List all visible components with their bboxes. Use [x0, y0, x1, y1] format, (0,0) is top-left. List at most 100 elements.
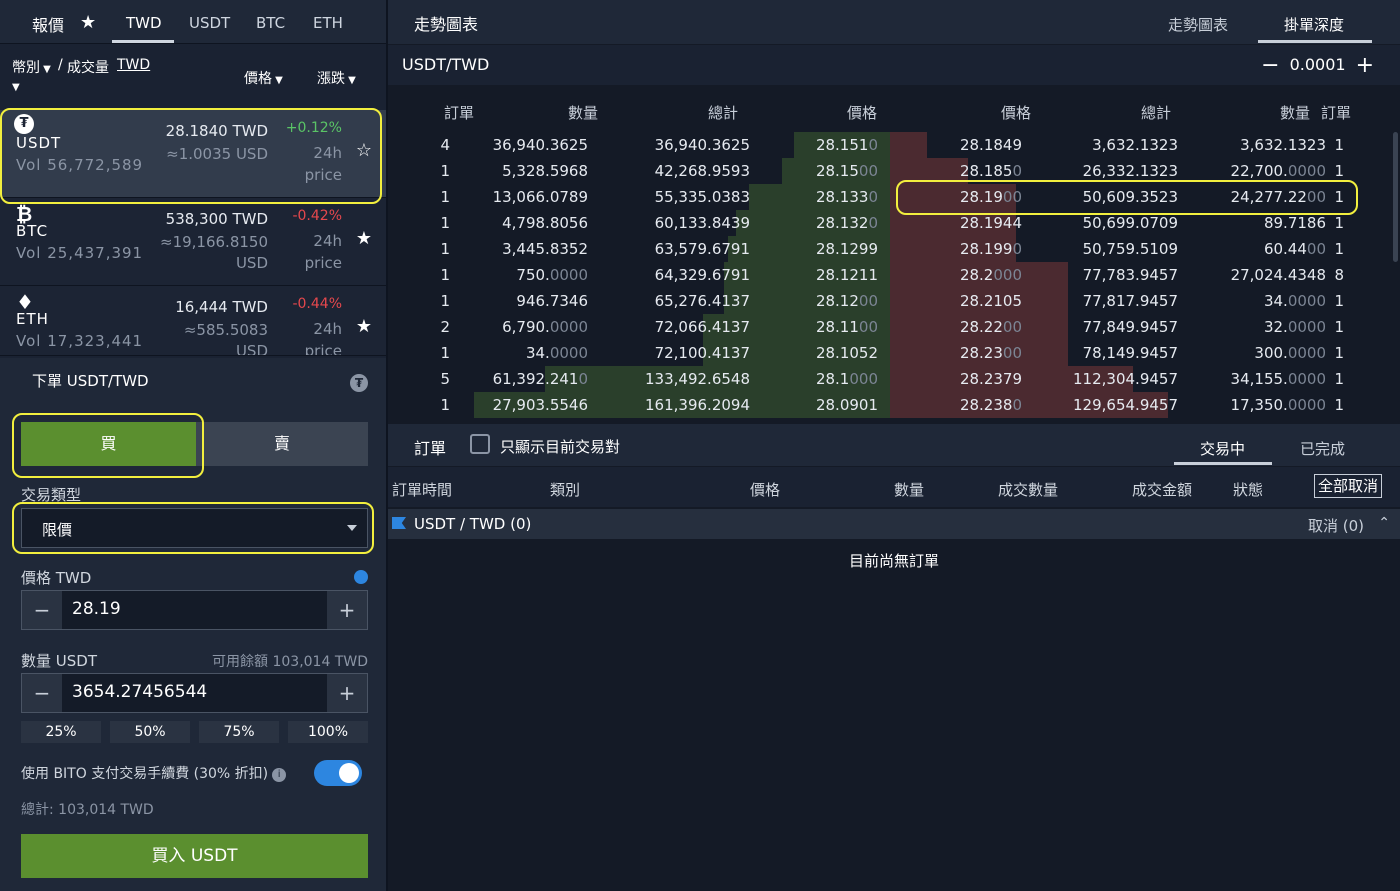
favorite-star-icon[interactable]: ★ — [80, 12, 96, 33]
sort-bar: 幣別 ▼ / 成交量 TWD ▼ 價格 ▼ 漲跌 ▼ — [0, 44, 386, 106]
coin-price-label: price — [304, 254, 342, 272]
ask-orders: 1 — [1334, 162, 1344, 180]
buy-tab-button[interactable]: 買 — [21, 422, 196, 466]
ask-price: 28.1990 — [959, 240, 1022, 258]
tab-eth[interactable]: ETH — [313, 14, 343, 32]
coin-symbol: ETH — [16, 310, 49, 328]
bid-total: 72,066.4137 — [654, 318, 750, 336]
tab-btc[interactable]: BTC — [256, 14, 285, 32]
bid-total: 65,276.4137 — [654, 292, 750, 310]
scrollbar[interactable] — [1393, 132, 1398, 262]
sort-price[interactable]: 價格 ▼ — [244, 68, 283, 88]
bid-qty: 36,940.3625 — [492, 136, 588, 154]
price-decrement-button[interactable]: − — [22, 591, 62, 629]
ask-qty: 24,277.2200 — [1230, 188, 1326, 206]
tab-usdt[interactable]: USDT — [189, 14, 230, 32]
available-balance: 可用餘額 103,014 TWD — [212, 654, 368, 670]
book-row[interactable]: 1 4,798.8056 60,133.8439 28.1320 28.1944 50,6… — [388, 210, 1400, 236]
star-filled-icon[interactable]: ★ — [356, 228, 372, 249]
ask-depth-bar — [890, 158, 968, 184]
coin-change: -0.42% — [292, 208, 342, 224]
sort-volume[interactable]: 成交量 — [67, 57, 109, 77]
ask-total: 77,817.9457 — [1082, 292, 1178, 310]
quantity-increment-button[interactable]: + — [327, 674, 367, 712]
plus-icon[interactable]: + — [1356, 53, 1374, 78]
caret-down-icon[interactable]: ▼ — [12, 82, 20, 93]
active-tab-underline — [1258, 40, 1372, 43]
coin-row-btc[interactable]: ₿ BTC Vol 25,437,391 538,300 TWD ≈19,166… — [0, 198, 386, 286]
book-row[interactable]: 5 61,392.2410 133,492.6548 28.1000 28.2379 11… — [388, 366, 1400, 392]
col-order-time: 訂單時間 — [392, 481, 453, 499]
ask-total-header: 總計 — [1141, 104, 1172, 122]
ask-price: 28.1944 — [959, 214, 1022, 232]
chevron-up-icon[interactable]: ⌃ — [1378, 515, 1390, 531]
bid-orders: 1 — [440, 214, 450, 232]
star-outline-icon[interactable]: ☆ — [356, 140, 372, 161]
ask-orders: 1 — [1334, 240, 1344, 258]
pct-50-button[interactable]: 50% — [110, 721, 190, 743]
ask-orders: 1 — [1334, 188, 1344, 206]
ask-depth-bar — [890, 132, 927, 158]
pct-75-button[interactable]: 75% — [199, 721, 279, 743]
filter-checkbox[interactable] — [470, 434, 490, 454]
book-row[interactable]: 1 750.0000 64,329.6791 28.1211 28.2000 77,783… — [388, 262, 1400, 288]
star-filled-icon[interactable]: ★ — [356, 316, 372, 337]
ask-price-header: 價格 — [1001, 104, 1032, 122]
bid-total: 133,492.6548 — [645, 370, 750, 388]
book-row[interactable]: 1 34.0000 72,100.4137 28.1052 28.2300 78,149.… — [388, 340, 1400, 366]
fee-toggle[interactable] — [314, 760, 362, 786]
tab-twd[interactable]: TWD — [126, 14, 162, 32]
coin-row-usdt[interactable]: ₮ USDT Vol 56,772,589 28.1840 TWD ≈1.003… — [0, 110, 386, 198]
ask-orders-header: 訂單 — [1321, 104, 1352, 122]
col-status: 狀態 — [1233, 481, 1264, 499]
bid-qty: 3,445.8352 — [502, 240, 588, 258]
trade-type-select[interactable]: 限價 — [21, 508, 368, 548]
quantity-decrement-button[interactable]: − — [22, 674, 62, 712]
bid-orders: 1 — [440, 188, 450, 206]
price-input[interactable]: 28.19 — [72, 599, 121, 619]
order-book: 訂單 數量 總計 價格 價格 總計 數量 訂單 4 36,940.3625 36,9… — [388, 86, 1400, 420]
price-increment-button[interactable]: + — [327, 591, 367, 629]
cancel-all-button[interactable]: 全部取消 — [1314, 474, 1382, 498]
ask-total: 77,849.9457 — [1082, 318, 1178, 336]
order-group-row[interactable]: USDT / TWD (0) 取消 (0) ⌃ — [388, 509, 1400, 539]
book-row[interactable]: 1 27,903.5546 161,396.2094 28.0901 28.2380 12… — [388, 392, 1400, 418]
sort-currency[interactable]: 幣別 ▼ — [12, 57, 51, 77]
bid-price: 28.1299 — [815, 240, 878, 258]
sell-tab-button[interactable]: 賣 — [196, 422, 368, 466]
book-row[interactable]: 1 946.7346 65,276.4137 28.1200 28.2105 77,817… — [388, 288, 1400, 314]
minus-icon[interactable]: − — [1261, 53, 1279, 78]
info-dot-icon[interactable] — [354, 570, 368, 584]
book-row[interactable]: 1 3,445.8352 63,579.6791 28.1299 28.1990 50,7… — [388, 236, 1400, 262]
quantity-input[interactable]: 3654.27456544 — [72, 682, 207, 702]
bid-qty: 6,790.0000 — [502, 318, 588, 336]
order-form-title: 下單 USDT/TWD — [32, 372, 149, 390]
group-cancel-button[interactable]: 取消 (0) — [1308, 515, 1364, 536]
bid-qty: 946.7346 — [516, 292, 588, 310]
book-row[interactable]: 4 36,940.3625 36,940.3625 28.1510 28.1849 3,6… — [388, 132, 1400, 158]
ask-orders: 1 — [1334, 136, 1344, 154]
ask-qty: 32.0000 — [1263, 318, 1326, 336]
book-row[interactable]: 2 6,790.0000 72,066.4137 28.1100 28.2200 77,8… — [388, 314, 1400, 340]
sort-change[interactable]: 漲跌 ▼ — [317, 68, 356, 88]
tab-trend-chart[interactable]: 走勢圖表 — [1168, 14, 1228, 35]
pct-100-button[interactable]: 100% — [288, 721, 368, 743]
tab-order-depth[interactable]: 掛單深度 — [1284, 14, 1344, 35]
bid-price: 28.1320 — [815, 214, 878, 232]
tab-active-orders[interactable]: 交易中 — [1200, 438, 1245, 459]
buy-submit-button[interactable]: 買入 USDT — [21, 834, 368, 878]
coin-row-eth[interactable]: ♦ ETH Vol 17,323,441 16,444 TWD ≈585.508… — [0, 286, 386, 356]
book-row[interactable]: 1 5,328.5968 42,268.9593 28.1500 28.1850 26,3… — [388, 158, 1400, 184]
ask-price: 28.1900 — [959, 188, 1022, 206]
book-row[interactable]: 1 13,066.0789 55,335.0383 28.1330 28.1900 50,… — [388, 184, 1400, 210]
sort-volume-unit[interactable]: TWD — [117, 57, 150, 73]
tab-completed-orders[interactable]: 已完成 — [1300, 438, 1345, 459]
tether-icon: ₮ — [350, 374, 368, 392]
pct-25-button[interactable]: 25% — [21, 721, 101, 743]
ask-total: 129,654.9457 — [1073, 396, 1178, 414]
info-icon[interactable]: i — [272, 768, 287, 782]
bid-qty: 13,066.0789 — [492, 188, 588, 206]
bid-orders: 5 — [440, 370, 450, 388]
quote-header: 報價 ★ TWD USDT BTC ETH — [0, 0, 386, 44]
bid-total: 60,133.8439 — [654, 214, 750, 232]
